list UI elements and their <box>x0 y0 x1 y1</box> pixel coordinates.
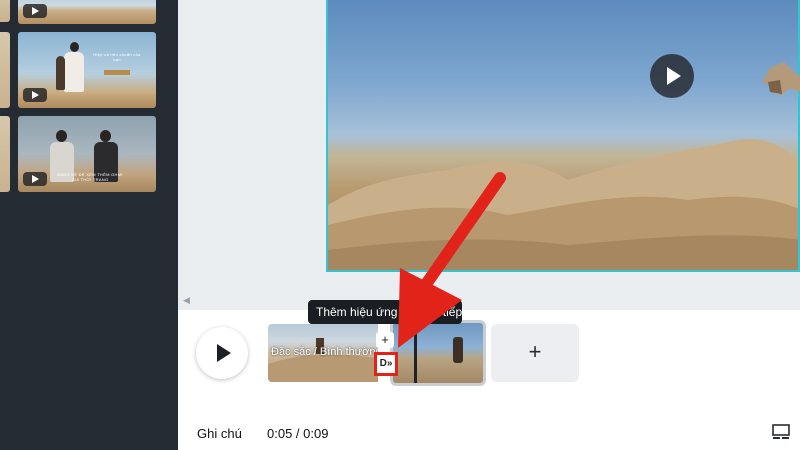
thumbnail-text: Hiệp cả tiêu chuẩn của bạn <box>93 52 141 62</box>
playhead-divider <box>414 323 417 383</box>
play-icon <box>23 172 47 186</box>
timeline-clip-2[interactable] <box>390 320 486 386</box>
add-page-button[interactable]: + <box>491 324 579 382</box>
clip-label: Đặc sắc / Bình thường <box>271 346 378 358</box>
template-thumbnail-1[interactable] <box>18 0 156 24</box>
template-thumbnail-partial[interactable] <box>0 0 10 22</box>
model-figure <box>70 42 79 52</box>
model-figure <box>56 130 67 142</box>
model-figure <box>56 56 65 90</box>
video-canvas[interactable] <box>326 0 800 272</box>
sand-dune <box>328 139 798 270</box>
scroll-left-arrow-icon[interactable]: ◀ <box>183 295 190 306</box>
time-display: 0:05 / 0:09 <box>267 426 329 441</box>
transition-effect-button[interactable]: D» <box>374 352 398 376</box>
model-figure <box>100 130 111 142</box>
model-figure <box>762 62 800 96</box>
play-video-button[interactable] <box>650 54 694 98</box>
template-thumbnail-2[interactable]: Hiệp cả tiêu chuẩn của bạn <box>18 32 156 108</box>
thumbnail-text: ĐÁNG KỆ ĐỂ XEM THÊM GHMI GIA THỜI TRANG <box>57 172 123 182</box>
add-transition-icon[interactable]: + <box>376 332 394 348</box>
thumbnail-button-shape <box>104 70 130 75</box>
model-figure <box>64 52 84 92</box>
play-button[interactable] <box>196 327 248 379</box>
play-icon <box>23 4 47 18</box>
grid-view-icon[interactable] <box>772 424 790 440</box>
timeline-clip-1[interactable]: Đặc sắc / Bình thường <box>268 324 378 382</box>
notes-button[interactable]: Ghi chú <box>197 426 242 441</box>
template-thumbnail-3[interactable]: ĐÁNG KỆ ĐỂ XEM THÊM GHMI GIA THỜI TRANG <box>18 116 156 192</box>
template-thumbnail-partial[interactable] <box>0 32 10 108</box>
tooltip: Thêm hiệu ứng chuyển tiếp <box>308 300 462 324</box>
model-figure <box>453 337 463 363</box>
play-icon <box>23 88 47 102</box>
template-thumbnail-partial[interactable] <box>0 116 10 192</box>
template-panel: Hiệp cả tiêu chuẩn của bạn ĐÁNG KỆ ĐỂ XE… <box>0 0 178 450</box>
